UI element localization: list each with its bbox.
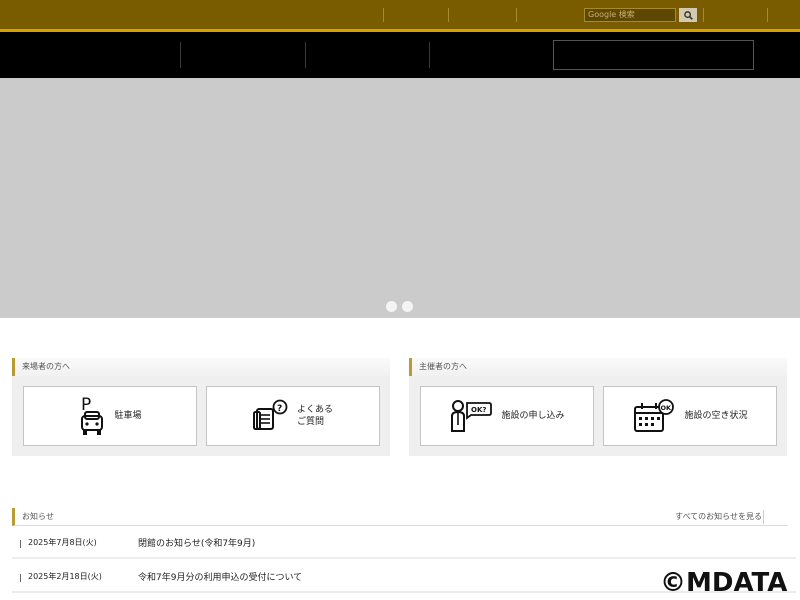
- organizer-panel: 主催者の方へ OK? 施設の申し込み OK 施設の空き状況: [409, 358, 787, 456]
- news-date: 2025年2月18日(火): [28, 572, 102, 581]
- utility-divider: [767, 8, 768, 22]
- hero-slider: [0, 78, 800, 318]
- parking-label: 駐車場: [114, 411, 142, 421]
- panel-title: 主催者の方へ: [409, 358, 787, 376]
- faq-document-icon: ?: [252, 399, 289, 433]
- facility-availability-button[interactable]: OK 施設の空き状況: [603, 386, 777, 446]
- svg-text:OK?: OK?: [471, 406, 486, 414]
- parking-button[interactable]: P 駐車場: [23, 386, 197, 446]
- facility-application-label: 施設の申し込み: [501, 411, 565, 421]
- news-date: 2025年7月8日(火): [28, 538, 97, 547]
- visitor-panel: 来場者の方へ P 駐車場 ? よくある ご質問: [12, 358, 390, 456]
- news-bullet: [20, 540, 21, 548]
- person-ok-icon: OK?: [449, 399, 493, 433]
- faq-button[interactable]: ? よくある ご質問: [206, 386, 380, 446]
- news-title: お知らせ: [22, 512, 54, 521]
- calendar-ok-icon: OK: [632, 399, 676, 433]
- search-button[interactable]: [679, 8, 697, 22]
- top-utility-bar: Google 検索: [0, 0, 800, 32]
- slider-dot-2[interactable]: [402, 301, 413, 312]
- news-link[interactable]: 令和7年9月分の利用申込の受付について: [138, 570, 302, 583]
- utility-divider: [383, 8, 384, 22]
- nav-divider: [180, 42, 181, 68]
- utility-divider: [448, 8, 449, 22]
- nav-divider: [429, 42, 430, 68]
- news-link[interactable]: 閉館のお知らせ(令和7年9月): [138, 536, 255, 549]
- slider-dot-1[interactable]: [386, 301, 397, 312]
- utility-divider: [703, 8, 704, 22]
- faq-label: よくある ご質問: [296, 405, 333, 427]
- news-header: お知らせ すべてのお知らせを見る: [12, 508, 788, 526]
- watermark: ©MDATA: [660, 568, 788, 598]
- facility-application-button[interactable]: OK? 施設の申し込み: [420, 386, 594, 446]
- facility-availability-label: 施設の空き状況: [684, 411, 748, 421]
- news-all-link[interactable]: すべてのお知らせを見る: [675, 511, 762, 522]
- svg-text:OK: OK: [661, 404, 673, 412]
- main-navigation: [0, 32, 800, 78]
- search-input[interactable]: Google 検索: [584, 8, 676, 22]
- panel-body: P 駐車場 ? よくある ご質問: [12, 376, 390, 456]
- nav-item-box[interactable]: [553, 40, 754, 70]
- search-icon: [683, 10, 693, 20]
- panel-body: OK? 施設の申し込み OK 施設の空き状況: [409, 376, 787, 456]
- panel-title: 来場者の方へ: [12, 358, 390, 376]
- nav-divider: [305, 42, 306, 68]
- news-link-divider: [763, 510, 764, 524]
- utility-divider: [516, 8, 517, 22]
- news-bullet: [20, 574, 21, 582]
- news-item: 2025年7月8日(火) 閉館のお知らせ(令和7年9月): [12, 529, 796, 559]
- parking-car-icon: P: [78, 394, 106, 438]
- svg-text:?: ?: [277, 404, 282, 414]
